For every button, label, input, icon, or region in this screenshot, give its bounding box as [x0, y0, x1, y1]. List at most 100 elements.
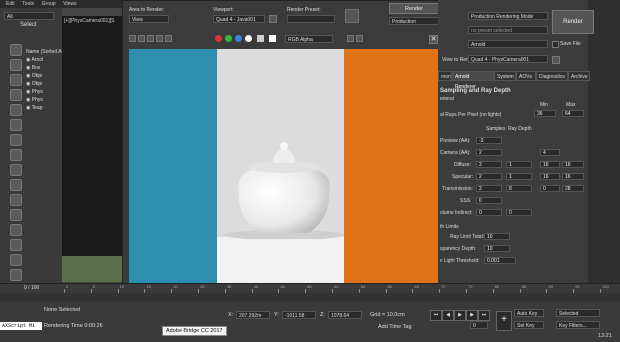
tab-common[interactable]: mon	[438, 71, 452, 81]
render-preset-dropdown[interactable]	[287, 15, 335, 23]
volume-samples-field[interactable]: 0	[476, 209, 502, 216]
add-time-tag[interactable]: Add Time Tag	[378, 324, 412, 330]
menu-group[interactable]: Group	[42, 0, 56, 8]
blue-channel-icon[interactable]	[235, 35, 242, 42]
transmission-max-field[interactable]: 28	[562, 185, 584, 192]
list-item[interactable]: ◉ Box	[26, 64, 62, 72]
key-filters-button[interactable]: Key Filters...	[556, 321, 600, 329]
render-button[interactable]: Render	[389, 3, 439, 14]
volume-depth-field[interactable]: 0	[506, 209, 532, 216]
area-to-render-dropdown[interactable]: View	[129, 15, 169, 23]
z-coordinate-field[interactable]: 1078.64	[328, 311, 362, 319]
specular-samples-field[interactable]: 2	[476, 173, 502, 180]
viewport-label[interactable]: [+][PhysCamera001][S	[64, 18, 114, 24]
section-title[interactable]: Sampling and Ray Depth	[440, 88, 511, 94]
invert-icon[interactable]	[10, 269, 22, 281]
target-dropdown[interactable]: Production Rendering Mode	[468, 12, 548, 20]
render-button[interactable]: Render	[552, 10, 594, 34]
transmission-depth-field[interactable]: 8	[506, 185, 532, 192]
display-icon[interactable]	[356, 35, 363, 42]
list-item[interactable]: ◉ Teap	[26, 104, 62, 112]
rays-min-field[interactable]: 36	[534, 110, 556, 117]
previous-frame-icon[interactable]: ◀	[442, 310, 454, 321]
tab-aovs[interactable]: AOVs	[516, 71, 536, 81]
filter-dropdown[interactable]: All	[4, 12, 54, 20]
tree-header[interactable]: Name (Sorted A	[26, 48, 62, 56]
add-key-icon[interactable]: +	[496, 311, 512, 331]
all-icon[interactable]	[10, 239, 22, 251]
diffuse-samples-field[interactable]: 2	[476, 161, 502, 168]
specular-depth-field[interactable]: 1	[506, 173, 532, 180]
light-threshold-field[interactable]: 0.001	[484, 257, 516, 264]
alpha-channel-icon[interactable]	[245, 35, 252, 42]
viewport-dropdown[interactable]: Quad 4 - Java001	[213, 15, 265, 23]
channel-dropdown[interactable]: RGB Alpha	[285, 35, 333, 43]
production-dropdown[interactable]: Production	[389, 17, 439, 25]
tab-diagnostics[interactable]: Diagnostics	[536, 71, 568, 81]
swatch-icon[interactable]	[269, 35, 276, 42]
play-icon[interactable]: ▶	[454, 310, 466, 321]
sss-samples-field[interactable]: 0	[476, 197, 502, 204]
set-key-button[interactable]: Set Key	[514, 321, 544, 329]
helpers-icon[interactable]	[10, 119, 22, 131]
scene-viewport[interactable]: [+][PhysCamera001][S	[62, 16, 124, 282]
print-icon[interactable]	[156, 35, 163, 42]
close-icon[interactable]: ✕	[429, 35, 438, 44]
specular-min-field[interactable]: 16	[540, 173, 560, 180]
preview-field[interactable]: -3	[476, 137, 502, 144]
save-image-icon[interactable]	[129, 35, 136, 42]
bones-icon[interactable]	[10, 179, 22, 191]
list-item[interactable]: ◉ Phys	[26, 88, 62, 96]
list-item[interactable]: ◉ Arnol	[26, 56, 62, 64]
monochrome-icon[interactable]	[257, 35, 264, 42]
diffuse-depth-field[interactable]: 1	[506, 161, 532, 168]
diffuse-min-field[interactable]: 16	[540, 161, 560, 168]
preset-dropdown[interactable]: no preset selected	[468, 26, 548, 34]
frozen-icon[interactable]	[10, 209, 22, 221]
menu-views[interactable]: Views	[63, 0, 76, 8]
tab-system[interactable]: System	[494, 71, 516, 81]
render-setup-icon[interactable]	[345, 9, 359, 23]
geometry-icon[interactable]	[10, 59, 22, 71]
camera-samples-field[interactable]: 2	[476, 149, 502, 156]
xrefs-icon[interactable]	[10, 164, 22, 176]
green-channel-icon[interactable]	[225, 35, 232, 42]
menu-edit[interactable]: Edit	[6, 0, 15, 8]
next-frame-icon[interactable]: ▶	[466, 310, 478, 321]
y-coordinate-field[interactable]: -1011.58	[282, 311, 316, 319]
copy-image-icon[interactable]	[138, 35, 145, 42]
transmission-samples-field[interactable]: 2	[476, 185, 502, 192]
cameras-icon[interactable]	[10, 104, 22, 116]
go-to-end-icon[interactable]: ⏭	[478, 310, 490, 321]
x-coordinate-field[interactable]: 207.292m	[236, 311, 270, 319]
transparency-depth-field[interactable]: 10	[484, 245, 510, 252]
track-bar[interactable]	[0, 293, 620, 301]
lock-icon[interactable]	[269, 15, 277, 23]
rays-max-field[interactable]: 64	[562, 110, 584, 117]
clear-icon[interactable]	[165, 35, 172, 42]
none-icon[interactable]	[10, 254, 22, 266]
hidden-icon[interactable]	[10, 224, 22, 236]
maxscript-listener[interactable]: AXScript Mi	[0, 322, 42, 330]
ray-limit-field[interactable]: 10	[484, 233, 510, 240]
menu-tools[interactable]: Tools	[22, 0, 34, 8]
current-frame-field[interactable]: 0	[470, 321, 488, 329]
view-to-render-dropdown[interactable]: Quad 4 - PhysCamera001	[468, 55, 548, 63]
spacewarps-icon[interactable]	[10, 134, 22, 146]
filter-icon[interactable]	[10, 44, 22, 56]
groups-icon[interactable]	[10, 149, 22, 161]
specular-max-field[interactable]: 16	[562, 173, 584, 180]
go-to-start-icon[interactable]: ⏮	[430, 310, 442, 321]
toggle-ui-icon[interactable]	[347, 35, 354, 42]
tab-archive[interactable]: Archive	[568, 71, 590, 81]
shapes-icon[interactable]	[10, 74, 22, 86]
containers-icon[interactable]	[10, 194, 22, 206]
transmission-min-field[interactable]: 0	[540, 185, 560, 192]
clone-window-icon[interactable]	[147, 35, 154, 42]
auto-key-button[interactable]: Auto Key	[514, 309, 544, 317]
lights-icon[interactable]	[10, 89, 22, 101]
list-item[interactable]: ◉ Phys	[26, 96, 62, 104]
renderer-dropdown[interactable]: Arnold	[468, 40, 548, 48]
list-item[interactable]: ◉ Obje	[26, 72, 62, 80]
camera-min-field[interactable]: 4	[540, 149, 560, 156]
